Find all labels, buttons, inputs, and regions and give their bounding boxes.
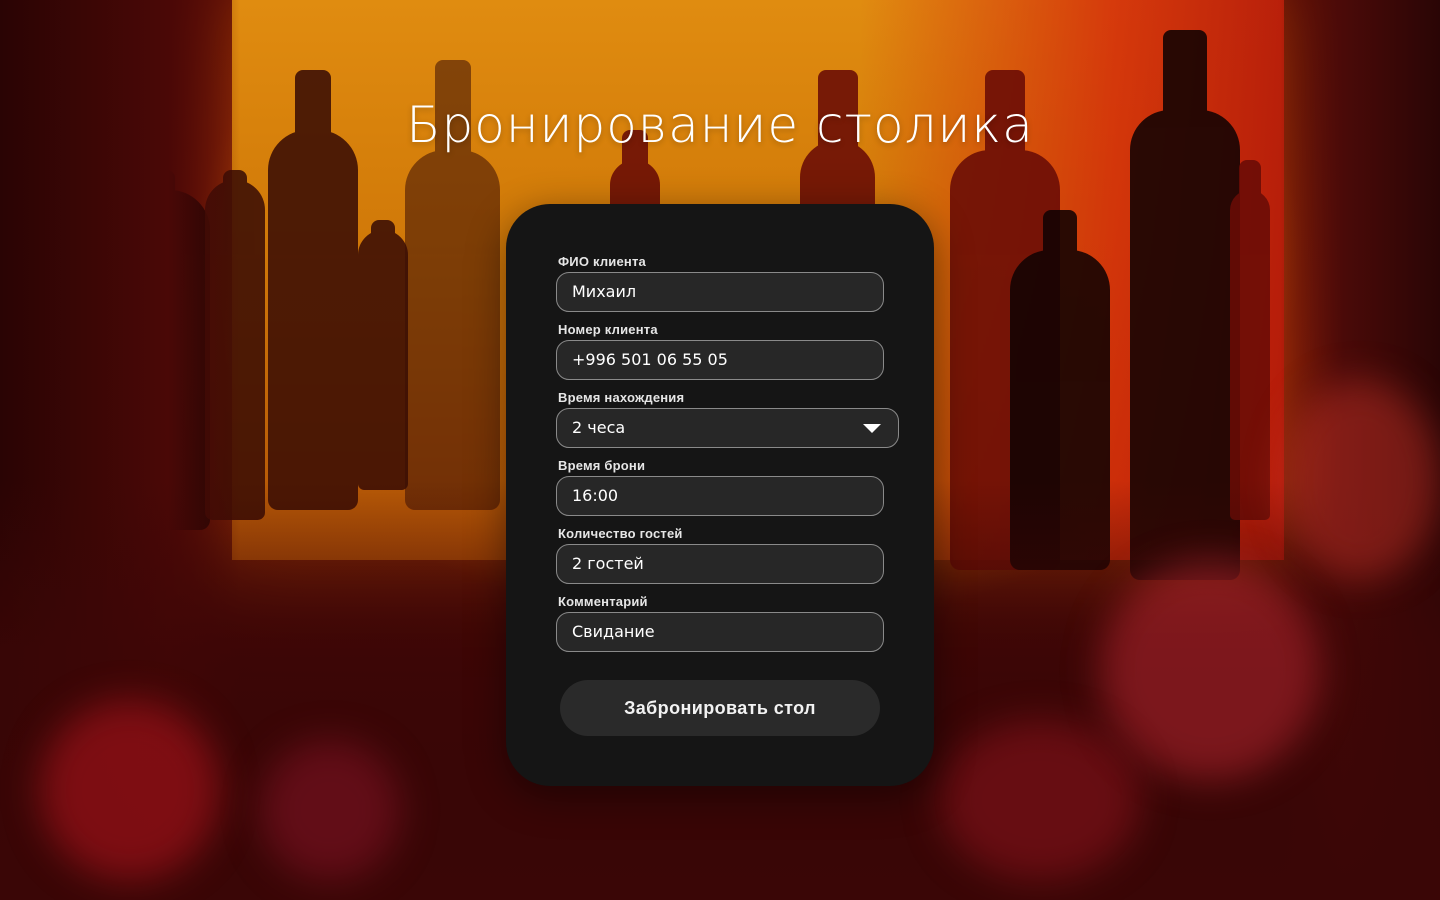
stay-duration-value: 2 чеса: [572, 418, 626, 437]
booking-time-input[interactable]: [556, 476, 884, 516]
bokeh-light: [1100, 560, 1320, 780]
page-title: Бронирование столика: [406, 96, 1034, 154]
bottle-silhouette: [1230, 160, 1270, 520]
chevron-down-icon[interactable]: [863, 424, 881, 433]
booking-form: ФИО клиента Номер клиента Время нахожден…: [506, 204, 934, 786]
bokeh-light: [40, 700, 220, 880]
field-client-phone: Номер клиента: [556, 322, 884, 380]
field-guest-count: Количество гостей: [556, 526, 884, 584]
book-table-button[interactable]: Забронировать стол: [560, 680, 880, 736]
booking-page: Бронирование столика ФИО клиента Номер к…: [0, 0, 1440, 900]
field-comment: Комментарий: [556, 594, 884, 652]
field-client-name: ФИО клиента: [556, 254, 884, 312]
field-label: Комментарий: [558, 594, 648, 609]
bokeh-light: [1280, 380, 1440, 580]
field-booking-time: Время брони: [556, 458, 884, 516]
field-label: Номер клиента: [558, 322, 658, 337]
guest-count-input[interactable]: [556, 544, 884, 584]
field-label: Количество гостей: [558, 526, 683, 541]
field-label: Время брони: [558, 458, 646, 473]
field-label: Время нахождения: [558, 390, 685, 405]
bokeh-light: [940, 720, 1140, 880]
bottle-silhouette: [268, 70, 358, 510]
bottle-silhouette: [358, 220, 408, 490]
field-stay-duration: Время нахождения 2 чеса: [556, 390, 899, 448]
client-name-input[interactable]: [556, 272, 884, 312]
field-label: ФИО клиента: [558, 254, 646, 269]
comment-input[interactable]: [556, 612, 884, 652]
bokeh-light: [260, 740, 400, 880]
stay-duration-select[interactable]: 2 чеса: [556, 408, 899, 448]
client-phone-input[interactable]: [556, 340, 884, 380]
bottle-silhouette: [405, 60, 500, 510]
